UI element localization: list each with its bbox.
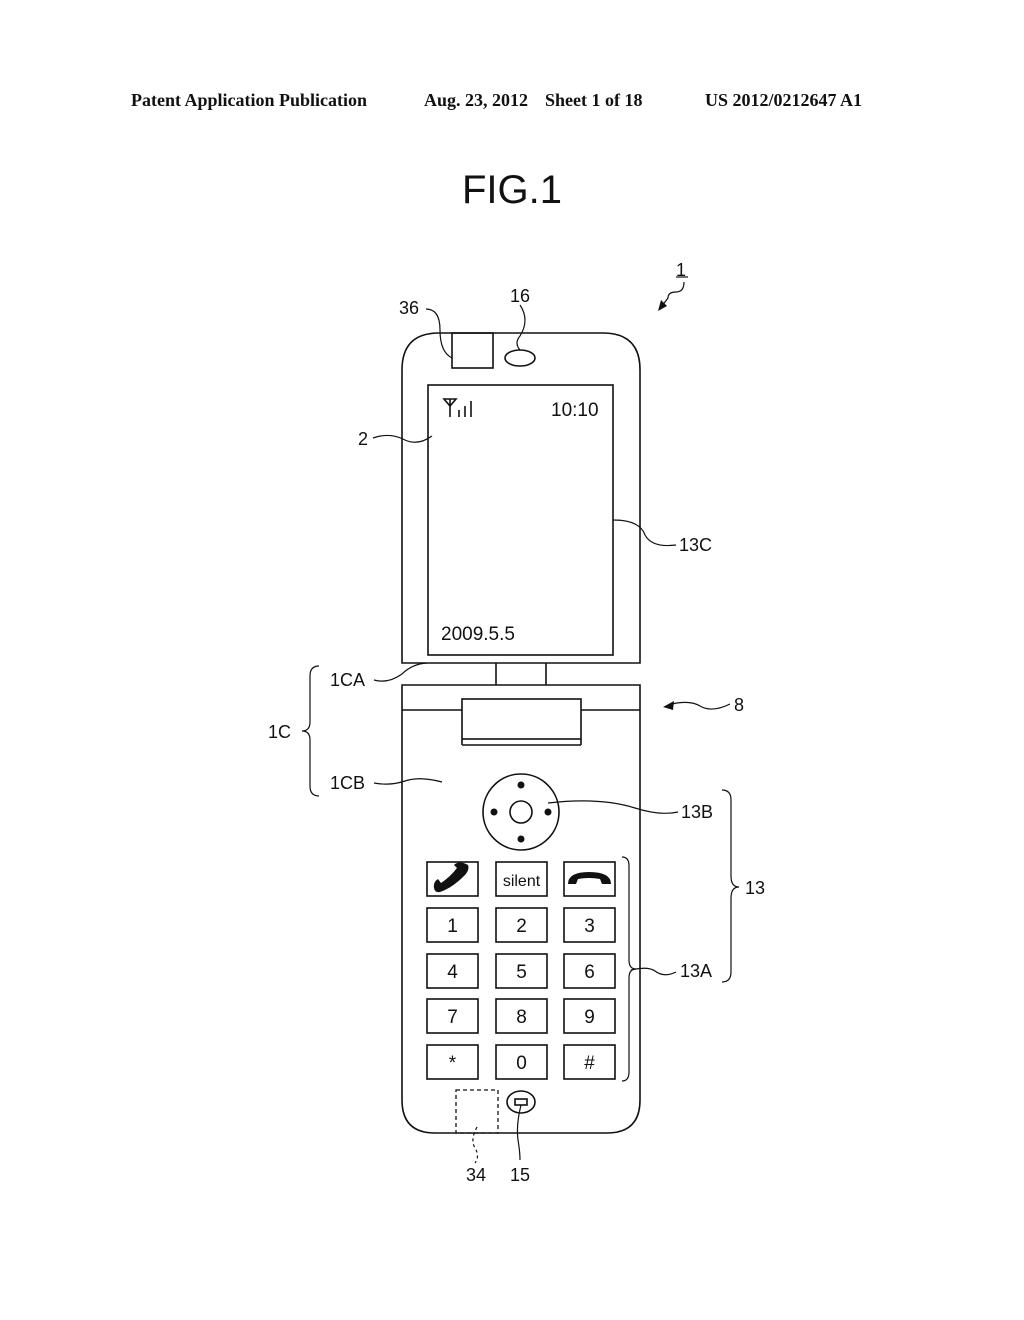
microphone-15 — [506, 1090, 536, 1114]
function-key-end-call — [563, 861, 616, 897]
key-1: 1 — [426, 907, 479, 943]
ref-label-1: 1 — [676, 260, 686, 280]
screen-time: 10:10 — [551, 400, 599, 421]
ref-label-36: 36 — [399, 298, 419, 318]
svg-text:7: 7 — [447, 1007, 458, 1028]
brace-13A — [621, 856, 637, 1082]
antenna-signal-icon — [442, 398, 472, 417]
svg-text:3: 3 — [584, 916, 595, 937]
svg-text:8: 8 — [516, 1007, 527, 1028]
key-0: 0 — [495, 1044, 548, 1080]
speaker-16 — [504, 349, 536, 367]
ref-label-2: 2 — [358, 429, 368, 449]
svg-text:4: 4 — [447, 962, 458, 983]
key-3: 3 — [563, 907, 616, 943]
ref-label-16: 16 — [510, 286, 530, 306]
ref-label-1CB: 1CB — [330, 773, 365, 793]
call-end-icon — [568, 872, 611, 884]
patent-drawing: 10:10 2009.5.5 silent 1 2 3 4 5 6 7 8 9 … — [268, 260, 765, 1185]
svg-text:silent: silent — [503, 873, 541, 890]
ref-label-13: 13 — [745, 878, 765, 898]
upper-housing — [401, 332, 641, 664]
svg-text:9: 9 — [584, 1007, 595, 1028]
ref-label-13C: 13C — [679, 535, 712, 555]
key-2: 2 — [495, 907, 548, 943]
svg-text:1: 1 — [447, 916, 458, 937]
key-8: 8 — [495, 998, 548, 1034]
svg-text:5: 5 — [516, 962, 527, 983]
key-7: 7 — [426, 998, 479, 1034]
key-4: 4 — [426, 953, 479, 989]
brace-13 — [721, 789, 740, 983]
display-screen — [427, 384, 614, 656]
svg-text:6: 6 — [584, 962, 595, 983]
key-6: 6 — [563, 953, 616, 989]
key-hash: # — [563, 1044, 616, 1080]
key-5: 5 — [495, 953, 548, 989]
ref-label-1C: 1C — [268, 722, 291, 742]
svg-text:2: 2 — [516, 916, 527, 937]
hinge-block — [461, 698, 582, 746]
ref-label-13B: 13B — [681, 802, 713, 822]
key-9: 9 — [563, 998, 616, 1034]
ref-label-13A: 13A — [680, 961, 712, 981]
camera-36 — [451, 332, 494, 369]
brace-1C — [301, 665, 320, 797]
svg-text:*: * — [449, 1053, 457, 1074]
svg-text:#: # — [584, 1053, 595, 1074]
internal-part-34 — [455, 1089, 499, 1134]
ref-label-1CA: 1CA — [330, 670, 365, 690]
screen-date: 2009.5.5 — [441, 624, 515, 645]
key-star: * — [426, 1044, 479, 1080]
number-keypad: 1 2 3 4 5 6 7 8 9 * 0 # — [426, 907, 616, 1080]
function-key-call — [426, 861, 479, 897]
ref-label-15: 15 — [510, 1165, 530, 1185]
svg-text:0: 0 — [516, 1053, 527, 1074]
navigation-key — [482, 773, 560, 851]
ref-label-34: 34 — [466, 1165, 486, 1185]
function-key-silent: silent — [495, 861, 548, 897]
ref-label-8: 8 — [734, 695, 744, 715]
call-start-icon — [433, 862, 469, 893]
